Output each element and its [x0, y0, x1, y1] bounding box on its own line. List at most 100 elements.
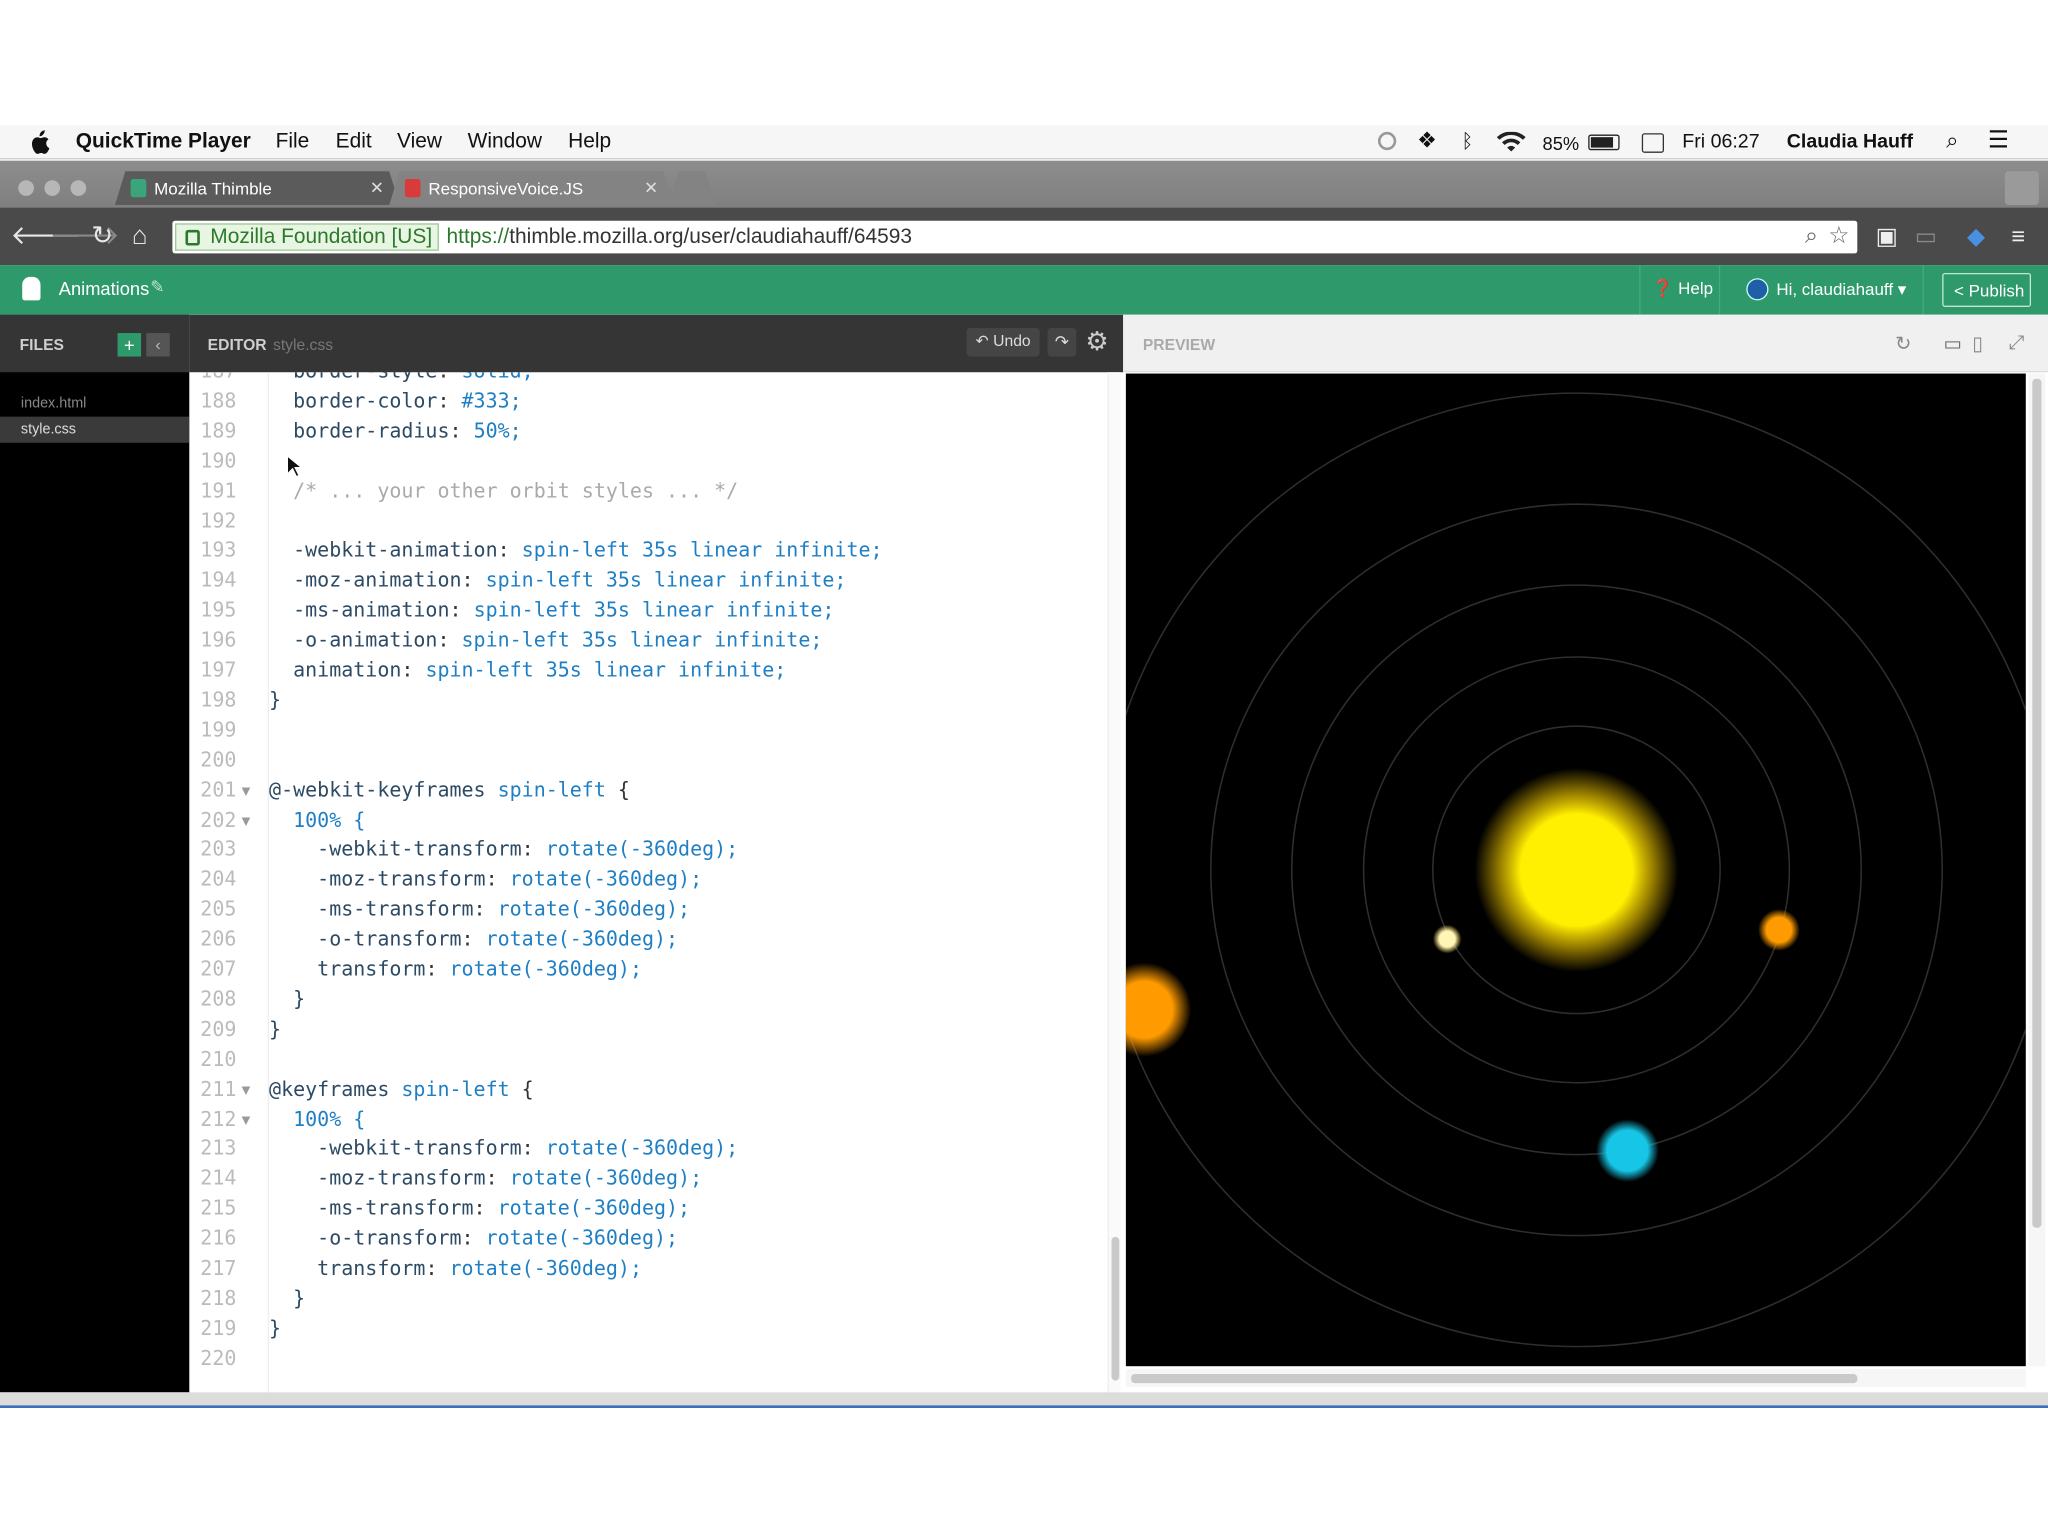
code-line[interactable]: 209} [189, 1015, 1103, 1045]
wifi-icon[interactable] [1496, 131, 1526, 153]
code-line[interactable]: 187 border-style: solid; [189, 372, 1103, 386]
bookmark-star-icon[interactable]: ☆ [1828, 222, 1849, 249]
code-editor[interactable]: 187 border-style: solid;188 border-color… [189, 372, 1103, 1384]
calendar-icon[interactable] [1641, 133, 1664, 153]
preview-horizontal-scrollbar[interactable] [1125, 1368, 2026, 1388]
file-item-index-html[interactable]: index.html [0, 391, 189, 417]
gear-icon[interactable]: ⚙ [1085, 325, 1108, 358]
code-line[interactable]: 203 -webkit-transform: rotate(-360deg); [189, 835, 1103, 865]
chrome-menu-icon[interactable]: ≡ [2011, 223, 2025, 250]
code-line[interactable]: 199 [189, 715, 1103, 745]
thimble-logo[interactable] [22, 276, 41, 301]
code-line[interactable]: 194 -moz-animation: spin-left 35s linear… [189, 566, 1103, 596]
publish-button[interactable]: < Publish [1942, 272, 2032, 307]
close-tab-icon[interactable]: ✕ [644, 178, 658, 199]
new-tab-button[interactable] [669, 171, 716, 205]
extension-icon[interactable]: ▭ [1915, 223, 1937, 250]
dropbox-icon[interactable]: ❖ [1417, 128, 1437, 154]
close-tab-icon[interactable]: ✕ [370, 178, 384, 199]
scrollbar-thumb[interactable] [1111, 1236, 1120, 1381]
menu-help[interactable]: Help [568, 131, 611, 155]
home-icon[interactable]: ⌂ [132, 223, 148, 249]
code-line[interactable]: 193 -webkit-animation: spin-left 35s lin… [189, 536, 1103, 566]
editor-scrollbar[interactable] [1107, 372, 1121, 1393]
menu-view[interactable]: View [397, 131, 442, 155]
code-line[interactable]: 213 -webkit-transform: rotate(-360deg); [189, 1134, 1103, 1164]
tab-mozilla-thimble[interactable]: Mozilla Thimble ✕ [115, 171, 400, 205]
code-line[interactable]: 195 -ms-animation: spin-left 35s linear … [189, 596, 1103, 626]
minimize-window-button[interactable] [44, 180, 61, 196]
code-line[interactable]: 202 ▼ 100% { [189, 805, 1103, 835]
fold-toggle-icon[interactable]: ▼ [242, 805, 251, 835]
code-line[interactable]: 207 transform: rotate(-360deg); [189, 955, 1103, 985]
help-button[interactable]: ❓ Help [1652, 278, 1713, 299]
address-bar[interactable]: Mozilla Foundation [US] https://thimble.… [172, 220, 1858, 254]
code-line[interactable]: 218 } [189, 1284, 1103, 1314]
undo-button[interactable]: ↶ Undo [966, 327, 1040, 357]
clock[interactable]: Fri 06:27 [1682, 131, 1759, 153]
menu-window[interactable]: Window [468, 131, 542, 155]
code-line[interactable]: 215 -ms-transform: rotate(-360deg); [189, 1194, 1103, 1224]
app-name[interactable]: QuickTime Player [76, 131, 251, 155]
code-line[interactable]: 208 } [189, 985, 1103, 1015]
code-line[interactable]: 219} [189, 1314, 1103, 1344]
code-line[interactable]: 214 -moz-transform: rotate(-360deg); [189, 1164, 1103, 1194]
user-menu[interactable]: Hi, claudiahauff ▾ [1746, 278, 1906, 301]
code-line[interactable]: 198} [189, 686, 1103, 716]
profile-icon[interactable] [2004, 171, 2039, 206]
code-line[interactable]: 205 -ms-transform: rotate(-360deg); [189, 895, 1103, 925]
code-line[interactable]: 216 -o-transform: rotate(-360deg); [189, 1224, 1103, 1254]
code-line[interactable]: 196 -o-animation: spin-left 35s linear i… [189, 626, 1103, 656]
preview-vertical-scrollbar[interactable] [2028, 373, 2046, 1367]
collapse-panel-button[interactable]: ‹ [146, 333, 170, 357]
edit-name-icon[interactable]: ✎ [150, 277, 164, 298]
spotlight-icon[interactable]: ⌕ [1946, 128, 1958, 154]
fullscreen-icon[interactable]: ⤢ [2009, 332, 2025, 354]
battery-icon[interactable] [1588, 134, 1620, 151]
user-name[interactable]: Claudia Hauff [1787, 131, 1913, 153]
fold-toggle-icon[interactable]: ▼ [242, 1074, 251, 1104]
file-item-style-css[interactable]: style.css [0, 416, 190, 443]
solar-system-preview[interactable] [1125, 373, 2026, 1367]
code-line[interactable]: 220 [189, 1344, 1103, 1374]
code-line[interactable]: 188 border-color: #333; [189, 386, 1103, 416]
fold-toggle-icon[interactable]: ▼ [242, 1104, 251, 1134]
apple-icon[interactable] [29, 129, 50, 155]
code-line[interactable]: 211 ▼ @keyframes spin-left { [189, 1074, 1103, 1104]
refresh-preview-icon[interactable]: ↻ [1895, 332, 1911, 355]
extension-icon[interactable]: ▣ [1876, 223, 1898, 250]
code-line[interactable]: 190 [189, 446, 1103, 476]
code-line[interactable]: 200 [189, 745, 1103, 775]
scrollbar-thumb[interactable] [2032, 378, 2042, 1228]
code-line[interactable]: 201 ▼ @-webkit-keyframes spin-left { [189, 775, 1103, 805]
redo-button[interactable]: ↷ [1047, 327, 1077, 357]
code-line[interactable]: 197 animation: spin-left 35s linear infi… [189, 656, 1103, 686]
line-number: 188 [200, 389, 237, 413]
code-line[interactable]: 192 [189, 506, 1103, 536]
menu-edit[interactable]: Edit [336, 131, 372, 155]
add-file-button[interactable]: + [117, 333, 142, 357]
record-icon[interactable] [1377, 131, 1397, 151]
zoom-window-button[interactable] [70, 180, 87, 196]
menu-file[interactable]: File [276, 131, 310, 155]
extension-icon[interactable]: ◆ [1967, 223, 1985, 250]
fold-toggle-icon[interactable]: ▼ [242, 775, 251, 805]
tab-responsivevoice[interactable]: ResponsiveVoice.JS ✕ [389, 171, 674, 205]
code-line[interactable]: 210 [189, 1044, 1103, 1074]
code-line[interactable]: 204 -moz-transform: rotate(-360deg); [189, 865, 1103, 895]
scrollbar-thumb[interactable] [1131, 1374, 1858, 1384]
notification-center-icon[interactable]: ☰ [1988, 127, 2009, 154]
zoom-icon[interactable]: ⌕ [1805, 222, 1818, 249]
desktop-view-icon[interactable]: ▭ [1944, 332, 1963, 355]
close-window-button[interactable] [18, 180, 34, 196]
ev-certificate-badge[interactable]: Mozilla Foundation [US] [175, 223, 439, 251]
code-line[interactable]: 191 /* ... your other orbit styles ... *… [189, 476, 1103, 506]
code-line[interactable]: 212 ▼ 100% { [189, 1104, 1103, 1134]
project-name[interactable]: Animations [59, 278, 149, 299]
mobile-view-icon[interactable]: ▯ [1972, 332, 1983, 355]
bluetooth-icon[interactable]: ᛒ [1462, 131, 1474, 153]
reload-icon[interactable]: ↻ [91, 223, 113, 249]
code-line[interactable]: 206 -o-transform: rotate(-360deg); [189, 925, 1103, 955]
code-line[interactable]: 217 transform: rotate(-360deg); [189, 1254, 1103, 1284]
code-line[interactable]: 189 border-radius: 50%; [189, 416, 1103, 446]
